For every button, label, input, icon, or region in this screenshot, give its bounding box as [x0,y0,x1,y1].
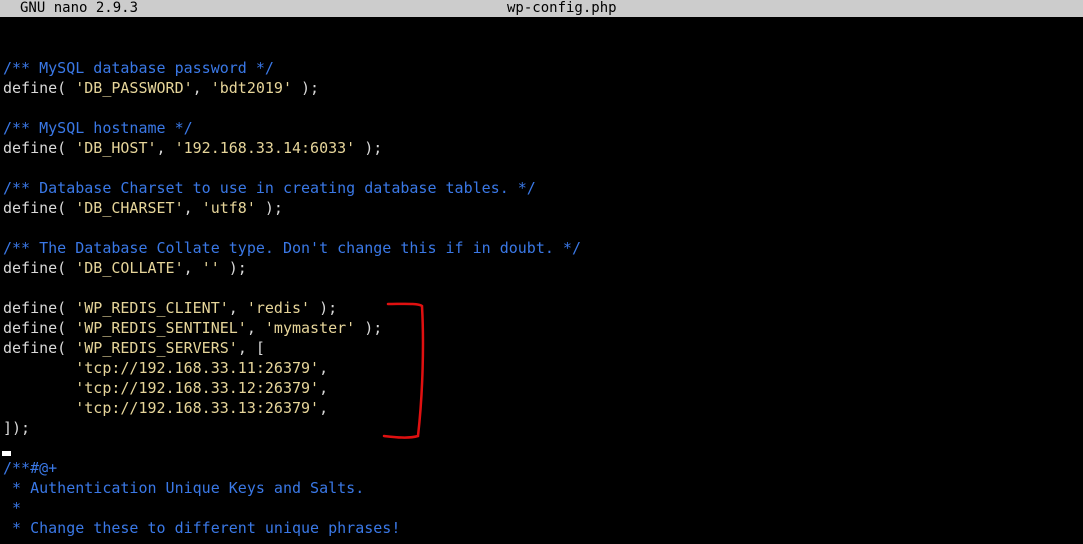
code-comment: /**#@+ [3,459,58,477]
nano-titlebar: GNU nano 2.9.3 wp-config.php [0,0,1083,17]
code-line: define( 'DB_COLLATE', '' ); [3,259,247,277]
text-cursor [2,451,11,456]
code-comment: /** MySQL database password */ [3,59,274,77]
code-line: ]); [3,419,31,437]
code-line: define( 'DB_CHARSET', 'utf8' ); [3,199,283,217]
code-line: 'tcp://192.168.33.12:26379', [75,379,329,397]
editor-version: GNU nano 2.9.3 [20,0,139,16]
code-comment: /** The Database Collate type. Don't cha… [3,239,581,257]
code-line: define( 'WP_REDIS_CLIENT', 'redis' ); [3,299,338,317]
code-line: 'tcp://192.168.33.11:26379', [75,359,329,377]
code-line: 'tcp://192.168.33.13:26379', [75,399,329,417]
code-comment: /** Database Charset to use in creating … [3,179,536,197]
code-comment: /** MySQL hostname */ [3,119,193,137]
code-comment: * Authentication Unique Keys and Salts. [3,479,365,497]
code-line: define( 'DB_HOST', '192.168.33.14:6033' … [3,139,383,157]
code-line: define( 'WP_REDIS_SENTINEL', 'mymaster' … [3,319,383,337]
red-bracket-annotation [382,302,425,439]
file-name: wp-config.php [507,0,617,16]
code-comment: * Change these to different unique phras… [3,519,401,537]
code-line: define( 'DB_PASSWORD', 'bdt2019' ); [3,79,320,97]
code-line: define( 'WP_REDIS_SERVERS', [ [3,339,265,357]
editor-buffer[interactable]: /** MySQL database password */ define( '… [0,17,1083,544]
code-comment: * [3,499,22,517]
